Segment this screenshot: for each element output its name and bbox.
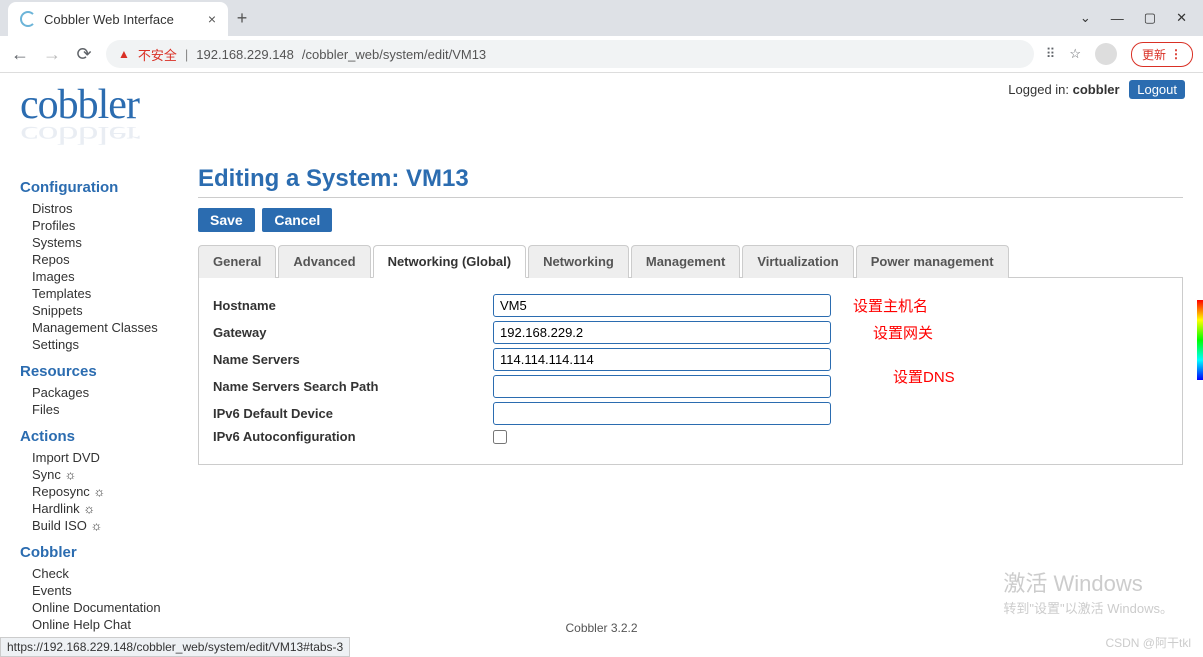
ipv6auto-label: IPv6 Autoconfiguration	[213, 429, 493, 444]
sidebar-item-profiles[interactable]: Profiles	[32, 217, 198, 234]
tab-management[interactable]: Management	[631, 245, 740, 278]
sidebar-item-online-help-chat[interactable]: Online Help Chat	[32, 616, 198, 633]
forward-button[interactable]: →	[42, 44, 62, 65]
csdn-watermark: CSDN @阿干tkl	[1105, 634, 1191, 651]
footer-version: Cobbler 3.2.2	[565, 621, 637, 635]
username: cobbler	[1073, 82, 1120, 97]
sidebar-item-templates[interactable]: Templates	[32, 285, 198, 302]
title-divider	[198, 197, 1183, 198]
logout-button[interactable]: Logout	[1129, 80, 1185, 99]
profile-avatar[interactable]	[1095, 43, 1117, 65]
sidebar-item-snippets[interactable]: Snippets	[32, 302, 198, 319]
login-status: Logged in: cobbler Logout	[1008, 82, 1185, 97]
main-content: Editing a System: VM13 Save Cancel Gener…	[198, 159, 1183, 633]
sidebar-item-reposync[interactable]: Reposync ☼	[32, 483, 198, 500]
ipv6dev-input[interactable]	[493, 402, 831, 425]
tab-virtualization[interactable]: Virtualization	[742, 245, 853, 278]
gateway-input[interactable]	[493, 321, 831, 344]
tab-networking[interactable]: Networking	[528, 245, 629, 278]
window-minimize-icon[interactable]: —	[1111, 11, 1124, 26]
sidebar-item-online-documentation[interactable]: Online Documentation	[32, 599, 198, 616]
sidebar-item-files[interactable]: Files	[32, 401, 198, 418]
sidebar-item-sync[interactable]: Sync ☼	[32, 466, 198, 483]
page-title: Editing a System: VM13	[198, 165, 1183, 193]
ipv6dev-label: IPv6 Default Device	[213, 406, 493, 421]
sidebar-item-settings[interactable]: Settings	[32, 336, 198, 353]
sidebar-item-hardlink[interactable]: Hardlink ☼	[32, 500, 198, 517]
url-host: 192.168.229.148	[196, 47, 294, 62]
searchpath-label: Name Servers Search Path	[213, 379, 493, 394]
sidebar: Configuration Distros Profiles Systems R…	[20, 159, 198, 633]
url-path: /cobbler_web/system/edit/VM13	[302, 47, 486, 62]
form-panel: Hostname 设置主机名 Gateway 设置网关 Name Servers…	[198, 278, 1183, 465]
logo-reflection: cobbler	[20, 121, 1183, 150]
watermark-line1: 激活 Windows	[1003, 566, 1173, 598]
insecure-label: 不安全	[138, 45, 177, 64]
insecure-icon: ▲	[118, 47, 130, 61]
sidebar-item-events[interactable]: Events	[32, 582, 198, 599]
windows-watermark: 激活 Windows 转到"设置"以激活 Windows。	[1003, 566, 1173, 617]
searchpath-input[interactable]	[493, 375, 831, 398]
gateway-label: Gateway	[213, 325, 493, 340]
toolbar-right: ⠿ ☆ 更新 ⋮	[1046, 42, 1193, 67]
browser-tab[interactable]: Cobbler Web Interface ×	[8, 2, 228, 36]
tab-title: Cobbler Web Interface	[44, 12, 200, 27]
tab-power-management[interactable]: Power management	[856, 245, 1009, 278]
browser-chrome: Cobbler Web Interface × + ⌄ — ▢ ✕ ← → ⟳ …	[0, 0, 1203, 73]
url-input[interactable]: ▲ 不安全 | 192.168.229.148/cobbler_web/syst…	[106, 40, 1034, 68]
sidebar-item-import-dvd[interactable]: Import DVD	[32, 449, 198, 466]
ipv6auto-checkbox[interactable]	[493, 430, 507, 444]
window-close-icon[interactable]: ✕	[1176, 10, 1187, 26]
nameservers-label: Name Servers	[213, 352, 493, 367]
tab-networking-global[interactable]: Networking (Global)	[373, 245, 527, 278]
nameservers-input[interactable]	[493, 348, 831, 371]
sidebar-heading-actions: Actions	[20, 428, 198, 445]
sidebar-heading-resources: Resources	[20, 363, 198, 380]
watermark-line2: 转到"设置"以激活 Windows。	[1003, 598, 1173, 617]
window-expand-icon[interactable]: ⌄	[1080, 10, 1091, 26]
sidebar-item-check[interactable]: Check	[32, 565, 198, 582]
sidebar-item-build-iso[interactable]: Build ISO ☼	[32, 517, 198, 534]
window-controls: ⌄ — ▢ ✕	[1080, 10, 1203, 26]
sidebar-item-packages[interactable]: Packages	[32, 384, 198, 401]
annotation-gateway: 设置网关	[873, 322, 933, 343]
sidebar-item-images[interactable]: Images	[32, 268, 198, 285]
tab-strip: General Advanced Networking (Global) Net…	[198, 244, 1183, 278]
tab-general[interactable]: General	[198, 245, 276, 278]
update-button[interactable]: 更新 ⋮	[1131, 42, 1193, 67]
logged-in-prefix: Logged in:	[1008, 82, 1072, 97]
address-bar: ← → ⟳ ▲ 不安全 | 192.168.229.148/cobbler_we…	[0, 36, 1203, 72]
annotation-hostname: 设置主机名	[853, 295, 928, 316]
sidebar-heading-configuration: Configuration	[20, 179, 198, 196]
hostname-label: Hostname	[213, 298, 493, 313]
translate-icon[interactable]: ⠿	[1046, 46, 1056, 62]
color-bar-decoration	[1197, 300, 1203, 380]
window-maximize-icon[interactable]: ▢	[1144, 10, 1156, 26]
hostname-input[interactable]	[493, 294, 831, 317]
new-tab-button[interactable]: +	[228, 8, 256, 29]
sidebar-item-management-classes[interactable]: Management Classes	[32, 319, 198, 336]
tab-bar: Cobbler Web Interface × + ⌄ — ▢ ✕	[0, 0, 1203, 36]
tab-advanced[interactable]: Advanced	[278, 245, 370, 278]
back-button[interactable]: ←	[10, 44, 30, 65]
sidebar-heading-cobbler: Cobbler	[20, 544, 198, 561]
cancel-button[interactable]: Cancel	[262, 208, 332, 232]
tab-favicon	[20, 11, 36, 27]
tab-close-icon[interactable]: ×	[208, 11, 216, 27]
sidebar-item-distros[interactable]: Distros	[32, 200, 198, 217]
sidebar-item-systems[interactable]: Systems	[32, 234, 198, 251]
action-bar: Save Cancel	[198, 208, 1183, 232]
url-separator: |	[185, 47, 188, 62]
status-bar: https://192.168.229.148/cobbler_web/syst…	[0, 637, 350, 657]
bookmark-icon[interactable]: ☆	[1069, 46, 1081, 62]
sidebar-item-repos[interactable]: Repos	[32, 251, 198, 268]
save-button[interactable]: Save	[198, 208, 255, 232]
reload-button[interactable]: ⟳	[74, 44, 94, 65]
